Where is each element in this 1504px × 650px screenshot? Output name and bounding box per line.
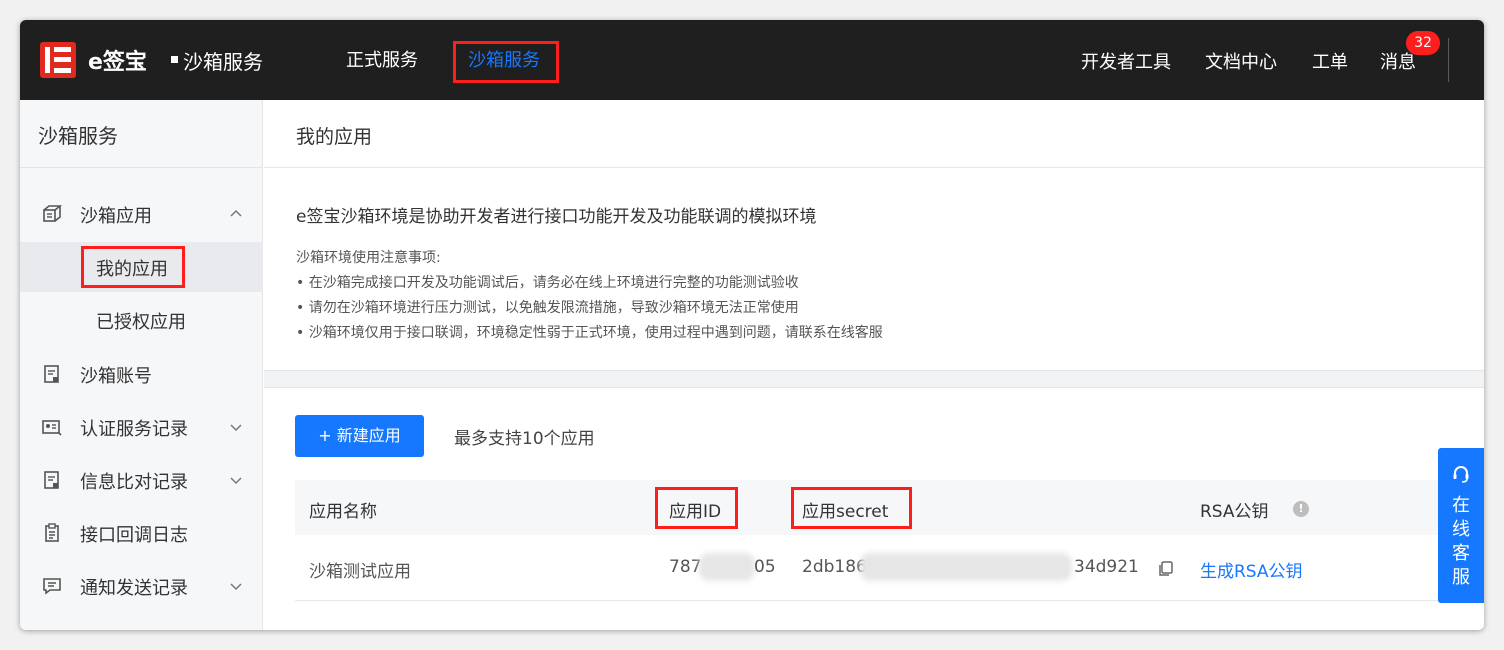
sidebar-item-authorized-apps[interactable]: 已授权应用 [20,295,263,345]
intro-heading: e签宝沙箱环境是协助开发者进行接口功能开发及功能联调的模拟环境 [296,207,817,227]
page-title: 我的应用 [296,126,373,148]
account-doc-icon [44,365,59,383]
cell-app-name: 沙箱测试应用 [309,562,411,582]
main-content: 我的应用 e签宝沙箱环境是协助开发者进行接口功能开发及功能联调的模拟环境 沙箱环… [264,100,1484,630]
chevron-down-icon [230,424,242,432]
online-support-tab[interactable]: 在 线 客 服 [1438,448,1484,603]
brand-name: e签宝 [88,50,147,75]
redacted-secret [860,553,1072,581]
column-header-rsa-key: RSA公钥 [1200,502,1269,522]
sidebar-item-label: 沙箱应用 [80,206,152,227]
cube-icon [43,205,62,222]
copy-icon[interactable] [1157,560,1175,578]
chevron-up-icon [230,209,242,217]
esign-logo-icon[interactable] [40,42,76,78]
id-card-icon [42,420,62,436]
max-apps-note: 最多支持10个应用 [454,429,595,449]
highlight-box-app-id [655,487,738,529]
app-window: e签宝 沙箱服务 正式服务 沙箱服务 开发者工具 文档中心 工单 消息 32 沙… [20,20,1484,630]
new-app-button[interactable]: + 新建应用 [295,415,424,457]
info-icon[interactable]: ! [1293,501,1309,517]
log-icon [45,523,59,542]
sidebar-item-label: 沙箱账号 [80,366,152,387]
top-navigation-bar: e签宝 沙箱服务 正式服务 沙箱服务 开发者工具 文档中心 工单 消息 32 [20,20,1484,100]
cell-secret-end: 34d921 [1074,557,1139,577]
support-label-char: 服 [1452,567,1470,588]
support-label-char: 在 [1452,495,1470,516]
generate-rsa-key-link[interactable]: 生成RSA公钥 [1200,557,1303,582]
nav-developer-tools[interactable]: 开发者工具 [1081,48,1171,74]
sidebar: 沙箱服务 沙箱应用 我的应用 已授权应用 沙箱账号 认证服务记录 信息比对记录 … [20,100,263,630]
sidebar-item-info-compare-records[interactable]: 信息比对记录 [20,458,263,502]
sidebar-item-callback-logs[interactable]: 接口回调日志 [20,511,263,555]
support-label-char: 线 [1452,519,1470,540]
chevron-down-icon [230,583,242,591]
note-item: • 沙箱环境仅用于接口联调，环境稳定性弱于正式环境，使用过程中遇到问题，请联系在… [296,325,883,341]
cell-secret-start: 2db186 [802,557,867,577]
nav-doc-center[interactable]: 文档中心 [1205,48,1277,74]
sidebar-item-my-apps[interactable]: 我的应用 [20,242,263,292]
highlight-box-app-secret [791,487,912,529]
notes-heading: 沙箱环境使用注意事项: [296,250,441,266]
title-divider [264,167,1484,168]
sidebar-item-notification-records[interactable]: 通知发送记录 [20,564,263,608]
column-header-app-name: 应用名称 [309,502,377,522]
sidebar-item-label: 接口回调日志 [80,525,188,546]
cell-app-id-start: 787 [669,557,702,577]
compare-doc-icon [44,471,59,489]
brand-separator-dot [171,56,178,63]
chevron-down-icon [230,477,242,485]
brand-subtitle: 沙箱服务 [183,50,263,74]
note-item: • 请勿在沙箱环境进行压力测试，以免触发限流措施，导致沙箱环境无法正常使用 [296,300,799,316]
support-label-char: 客 [1452,543,1470,564]
sidebar-item-label: 通知发送记录 [80,578,188,599]
highlight-box-my-apps [81,246,185,288]
sidebar-divider [20,167,263,168]
highlight-box-sandbox-tab [453,41,559,83]
sidebar-item-auth-service-records[interactable]: 认证服务记录 [20,405,263,449]
sidebar-item-label: 已授权应用 [96,312,186,333]
topbar-divider [1448,38,1449,82]
sidebar-item-label: 信息比对记录 [80,472,188,493]
redacted-app-id [699,553,755,581]
sidebar-item-sandbox-apps[interactable]: 沙箱应用 [20,192,263,236]
tab-production-service[interactable]: 正式服务 [346,46,418,72]
cell-app-id-end: 05 [754,557,776,577]
nav-tickets[interactable]: 工单 [1312,48,1348,74]
sidebar-item-label: 认证服务记录 [80,419,188,440]
message-count-badge: 32 [1406,31,1440,55]
table-row-divider [295,600,1484,601]
message-icon [43,578,61,595]
section-divider-band [264,370,1484,388]
sidebar-item-sandbox-accounts[interactable]: 沙箱账号 [20,352,263,396]
headset-icon [1453,466,1469,483]
note-item: • 在沙箱完成接口开发及功能调试后，请务必在线上环境进行完整的功能测试验收 [296,275,799,291]
sidebar-title: 沙箱服务 [38,124,118,148]
